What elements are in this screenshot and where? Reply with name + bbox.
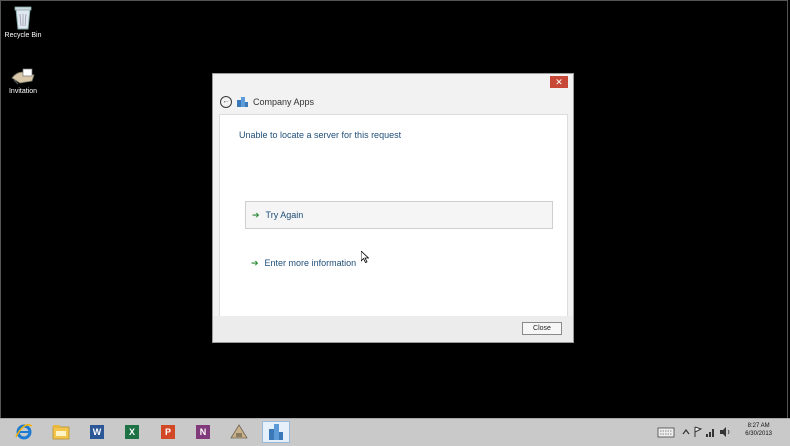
internet-explorer-icon [15,424,33,440]
dialog-footer [213,316,573,342]
system-clock[interactable]: 8:27 AM 6/30/2013 [745,422,772,438]
clock-date: 6/30/2013 [745,431,772,437]
keyboard-icon[interactable] [657,424,675,440]
taskbar-excel[interactable]: X [122,421,142,443]
volume-icon[interactable] [719,424,731,440]
chevron-up-icon[interactable] [681,424,691,440]
company-apps-dialog: ✕ ← Company Apps Unable to locate a serv… [212,73,574,343]
network-icon[interactable] [705,424,717,440]
taskbar: W X P N 8:27 AM 6/30/2013 [0,418,790,446]
option-label: Enter more information [264,258,357,268]
taskbar-company-apps[interactable] [262,421,290,443]
onenote-icon: N [196,425,210,439]
mouse-pointer-icon [361,251,369,263]
dialog-title: Company Apps [253,97,315,107]
desktop-icon-recycle-bin[interactable]: Recycle Bin [1,4,45,39]
desktop-icon-invitation[interactable]: Invitation [1,66,45,95]
taskbar-onenote[interactable]: N [193,421,213,443]
remote-app-icon [230,424,248,439]
enter-more-information-option[interactable]: ➔ Enter more information [245,249,553,277]
file-explorer-icon [52,425,70,440]
action-center-flag-icon[interactable] [693,424,703,440]
company-apps-icon [237,97,248,107]
arrow-right-icon: ➔ [252,209,260,220]
error-message: Unable to locate a server for this reque… [239,130,402,140]
try-again-option[interactable]: ➔ Try Again [245,201,553,229]
taskbar-word[interactable]: W [87,421,107,443]
back-arrow-icon[interactable]: ← [220,96,232,108]
clock-time: 8:27 AM [747,423,770,429]
excel-icon: X [125,425,139,439]
taskbar-remote-app[interactable] [229,421,249,443]
window-close-button[interactable]: ✕ [550,76,568,88]
close-button[interactable]: Close [522,322,562,335]
desktop-icon-label: Recycle Bin [4,32,42,39]
taskbar-internet-explorer[interactable] [14,421,34,443]
option-label: Try Again [265,210,304,220]
desktop-icon-label: Invitation [8,88,38,95]
invitation-icon [11,68,35,85]
taskbar-powerpoint[interactable]: P [158,421,178,443]
dialog-content: Unable to locate a server for this reque… [219,114,568,317]
word-icon: W [90,425,104,439]
dialog-header: ← Company Apps [220,94,314,110]
recycle-bin-icon [14,6,32,30]
powerpoint-icon: P [161,425,175,439]
arrow-right-icon: ➔ [251,257,259,268]
taskbar-file-explorer[interactable] [51,421,71,443]
company-apps-icon [269,424,283,440]
